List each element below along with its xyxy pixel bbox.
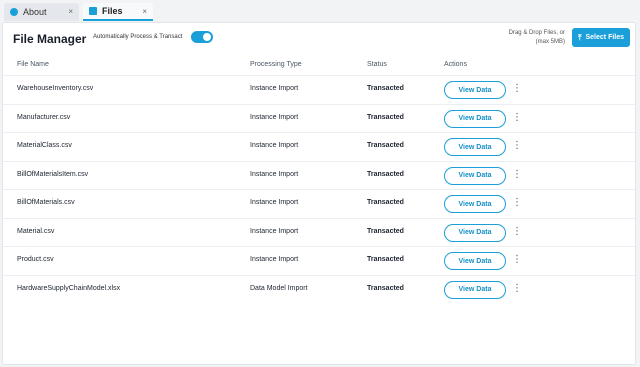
table-row: BillOfMaterials.csv Instance Import Transa… — [3, 189, 635, 218]
table-header: File Name Processing Type Status Actions — [3, 55, 635, 75]
toggle-knob — [203, 33, 211, 41]
table-row: MaterialClass.csv Instance Import Transact… — [3, 132, 635, 161]
view-data-button[interactable]: View Data — [444, 81, 506, 99]
table-row: Material.csv Instance Import Transacted Vie… — [3, 217, 635, 247]
status-cell: Transacted — [367, 113, 404, 121]
processing-type-cell: Instance Import — [250, 199, 299, 206]
more-options-icon[interactable]: ⋮ — [512, 139, 522, 153]
file-name-cell: Product.csv — [17, 256, 54, 263]
tab-about-label: About — [23, 7, 47, 17]
file-manager-panel: File Manager Automatically Process & Tra… — [2, 22, 636, 365]
drag-drop-hint: Drag & Drop Files, or (max 5MB) — [509, 29, 565, 47]
more-options-icon[interactable]: ⋮ — [512, 168, 522, 182]
view-data-button[interactable]: View Data — [444, 252, 506, 270]
drag-drop-text: Drag & Drop Files, or — [508, 30, 565, 36]
processing-type-cell: Instance Import — [250, 142, 299, 149]
status-cell: Transacted — [367, 142, 404, 149]
processing-type-cell: Instance Import — [250, 170, 299, 178]
file-name-cell: MaterialClass.csv — [17, 142, 72, 149]
select-files-label: Select Files — [585, 34, 625, 41]
view-data-button[interactable]: View Data — [444, 109, 506, 128]
file-name-cell: HardwareSupplyChainModel.xlsx — [17, 284, 121, 292]
more-options-icon[interactable]: ⋮ — [512, 196, 522, 210]
col-file-name: File Name — [17, 61, 49, 68]
view-data-button[interactable]: View Data — [444, 195, 506, 213]
col-status: Status — [367, 61, 387, 68]
table-row: HardwareSupplyChainModel.xlsx Data Model … — [3, 274, 635, 304]
max-size-text: (max 5MB) — [535, 39, 565, 45]
tab-files-label: Files — [102, 6, 123, 16]
file-name-cell: Material.csv — [17, 227, 55, 235]
auto-process-toggle[interactable] — [191, 31, 213, 43]
status-cell: Transacted — [367, 199, 404, 206]
more-options-icon[interactable]: ⋮ — [512, 82, 522, 96]
tab-about-close-icon[interactable]: × — [68, 7, 73, 16]
processing-type-cell: Instance Import — [250, 85, 299, 92]
view-data-button[interactable]: View Data — [444, 166, 506, 185]
more-options-icon[interactable]: ⋮ — [512, 253, 522, 267]
processing-type-cell: Instance Import — [250, 256, 299, 263]
status-cell: Transacted — [367, 284, 404, 292]
status-cell: Transacted — [367, 170, 404, 178]
processing-type-cell: Instance Import — [250, 113, 299, 121]
file-name-cell: Manufacturer.csv — [17, 113, 71, 121]
select-files-button[interactable]: ⤒ Select Files — [572, 28, 630, 47]
status-cell: Transacted — [367, 227, 404, 235]
more-options-icon[interactable]: ⋮ — [512, 282, 522, 296]
page-title: File Manager — [13, 32, 87, 46]
status-cell: Transacted — [367, 256, 404, 263]
tab-about[interactable]: About × — [4, 3, 79, 21]
info-icon — [10, 8, 18, 16]
tab-files[interactable]: Files × — [83, 3, 153, 21]
file-name-cell: WarehouseInventory.csv — [17, 85, 94, 92]
file-name-cell: BillOfMaterialsItem.csv — [17, 170, 89, 178]
table-row: BillOfMaterialsItem.csv Instance Import Tr… — [3, 160, 635, 190]
col-processing-type: Processing Type — [250, 61, 302, 68]
view-data-button[interactable]: View Data — [444, 223, 506, 242]
processing-type-cell: Data Model Import — [250, 284, 308, 292]
table-row: Product.csv Instance Import Transacted View… — [3, 246, 635, 275]
view-data-button[interactable]: View Data — [444, 280, 506, 299]
table-row: WarehouseInventory.csv Instance Import Tra… — [3, 75, 635, 104]
tab-bar: About × Files × — [0, 0, 640, 22]
upload-icon: ⤒ — [577, 32, 582, 42]
processing-type-cell: Instance Import — [250, 227, 299, 235]
more-options-icon[interactable]: ⋮ — [512, 111, 522, 125]
auto-process-label: Automatically Process & Transact — [93, 34, 183, 40]
more-options-icon[interactable]: ⋮ — [512, 225, 522, 239]
status-cell: Transacted — [367, 85, 404, 92]
file-icon — [89, 7, 97, 15]
tab-files-close-icon[interactable]: × — [142, 7, 147, 16]
table-row: Manufacturer.csv Instance Import Transacte… — [3, 103, 635, 133]
view-data-button[interactable]: View Data — [444, 138, 506, 156]
col-actions: Actions — [444, 61, 467, 68]
file-name-cell: BillOfMaterials.csv — [17, 199, 75, 206]
